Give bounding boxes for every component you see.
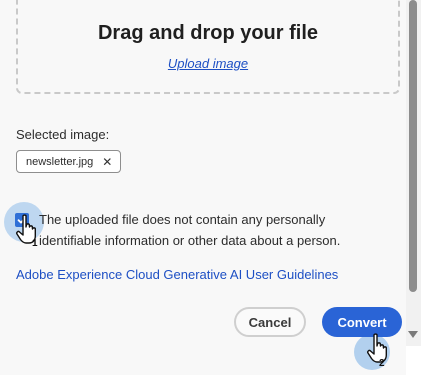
guidelines-link[interactable]: Adobe Experience Cloud Generative AI Use… [16, 267, 338, 282]
step-badge-1: 1 [32, 238, 38, 249]
file-name: newsletter.jpg [26, 155, 94, 168]
selected-file-tag: newsletter.jpg ✕ [16, 150, 122, 173]
chevron-down-icon[interactable] [407, 330, 419, 340]
upload-dialog: Drag and drop your file Upload image Sel… [0, 0, 406, 375]
close-icon[interactable]: ✕ [102, 156, 112, 168]
selected-image-label: Selected image: [16, 127, 110, 142]
dropzone-title: Drag and drop your file [97, 22, 319, 44]
cancel-button[interactable]: Cancel [234, 307, 306, 337]
upload-image-link[interactable]: Upload image [18, 56, 398, 71]
scrollbar-thumb[interactable] [409, 0, 417, 292]
file-dropzone[interactable]: Drag and drop your file Upload image [16, 0, 400, 94]
step-badge-2: 2 [379, 358, 385, 369]
consent-text: The uploaded file does not contain any p… [39, 212, 341, 248]
